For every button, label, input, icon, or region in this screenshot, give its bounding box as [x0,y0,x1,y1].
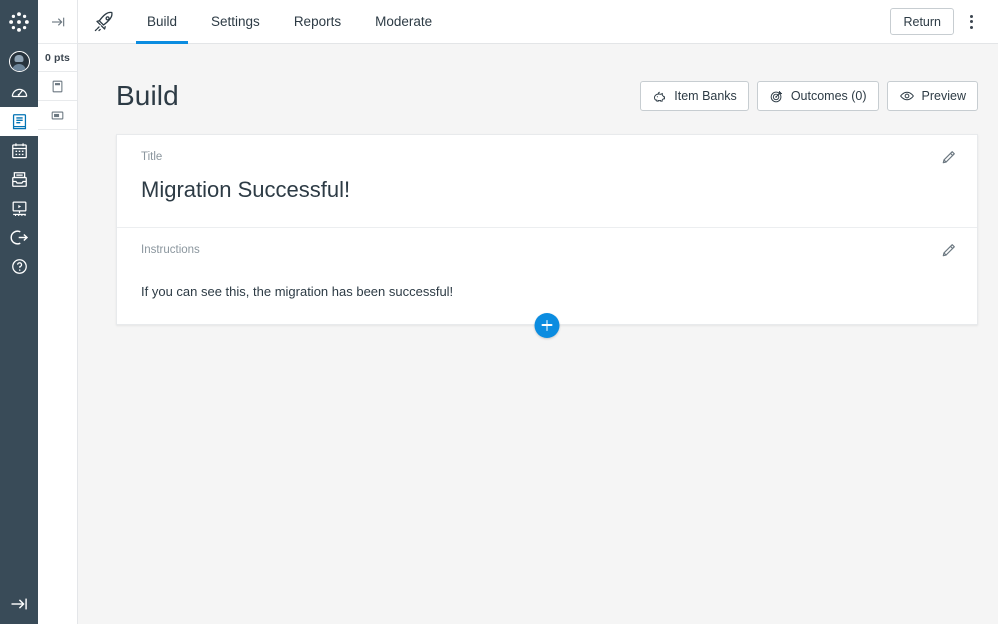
app-root: 0 pts Build Settings Reports Moderate Re… [0,0,998,624]
global-navigation [0,0,38,624]
button-label: Outcomes (0) [790,89,867,103]
global-nav-items [0,44,38,281]
sidebar-item-account[interactable] [0,44,38,78]
item-banks-button[interactable]: Item Banks [640,81,749,111]
quiz-sidebar-item-page[interactable] [38,72,77,101]
title-section: Title Migration Successful! [117,135,977,227]
banner-card-icon [51,111,64,119]
quiz-sidebar-collapse-button[interactable] [38,0,77,44]
page-header: Build Item Banks Outcomes (0) Preview [116,44,978,134]
sidebar-item-courses[interactable] [0,107,38,136]
tab-build[interactable]: Build [130,0,194,44]
add-item-button[interactable] [534,312,560,338]
tab-label: Build [147,14,178,29]
outcomes-target-icon [770,90,782,102]
button-label: Item Banks [674,89,737,103]
pencil-edit-icon [942,151,955,164]
quiz-title-value: Migration Successful! [141,177,351,202]
item-bank-icon [654,91,666,102]
global-nav-collapse-button[interactable] [0,594,38,614]
arrow-to-bar-icon [11,598,27,610]
calendar-icon [11,143,27,159]
outcomes-button[interactable]: Outcomes (0) [756,81,879,111]
sidebar-item-inbox[interactable] [0,165,38,194]
return-button[interactable]: Return [890,8,954,35]
tab-settings[interactable]: Settings [194,0,277,43]
tab-label: Moderate [375,14,433,29]
preview-button[interactable]: Preview [886,81,978,111]
quiz-instructions-value: If you can see this, the migration has b… [141,284,454,300]
canvas-logo[interactable] [0,0,38,44]
title-field-label: Title [141,151,163,163]
content-area: Build Item Banks Outcomes (0) Preview Ti… [78,44,998,624]
avatar [8,50,30,72]
logout-arrow-icon [10,230,28,245]
dashboard-speedometer-icon [11,88,27,98]
tab-reports[interactable]: Reports [277,0,358,43]
sidebar-item-commons[interactable] [0,223,38,252]
topbar-right: Return [890,0,984,43]
page-header-actions: Item Banks Outcomes (0) Preview [640,81,978,111]
topbar-left: Build Settings Reports Moderate [78,0,449,44]
sidebar-item-help[interactable] [0,252,38,281]
arrow-to-bar-icon [51,17,64,26]
edit-title-button[interactable] [939,149,957,167]
quiz-points-total: 0 pts [38,44,77,72]
rocket-icon [94,11,113,31]
tab-label: Reports [293,14,342,29]
quiz-sidebar: 0 pts [38,0,78,624]
kebab-dot [969,14,973,18]
quizzes-brand[interactable] [78,0,130,43]
sidebar-item-dashboard[interactable] [0,78,38,107]
inbox-tray-icon [11,172,27,187]
page-title: Build [116,80,179,111]
kebab-dot [969,20,973,23]
sidebar-item-calendar[interactable] [0,136,38,165]
sidebar-item-history[interactable] [0,194,38,223]
tab-moderate[interactable]: Moderate [358,0,449,43]
kebab-menu-icon[interactable] [958,9,984,35]
edit-instructions-button[interactable] [939,242,957,260]
help-question-icon [11,259,27,274]
pencil-edit-icon [942,244,955,257]
quiz-topbar: Build Settings Reports Moderate Return [78,0,998,44]
instructions-field-label: Instructions [141,244,200,257]
tab-label: Settings [211,14,260,29]
eye-preview-icon [899,91,914,101]
quiz-sidebar-item-banner[interactable] [38,101,77,130]
main-region: Build Settings Reports Moderate Return B… [78,0,998,624]
courses-book-icon [12,114,26,130]
quiz-tabs: Build Settings Reports Moderate [130,0,449,44]
kebab-dot [969,25,973,29]
document-page-icon [52,80,63,92]
button-label: Preview [921,89,966,103]
instructions-section: Instructions If you can see this, the mi… [117,227,977,324]
history-screen-icon [12,201,26,217]
quiz-details-card: Title Migration Successful! Instructions… [116,134,978,325]
